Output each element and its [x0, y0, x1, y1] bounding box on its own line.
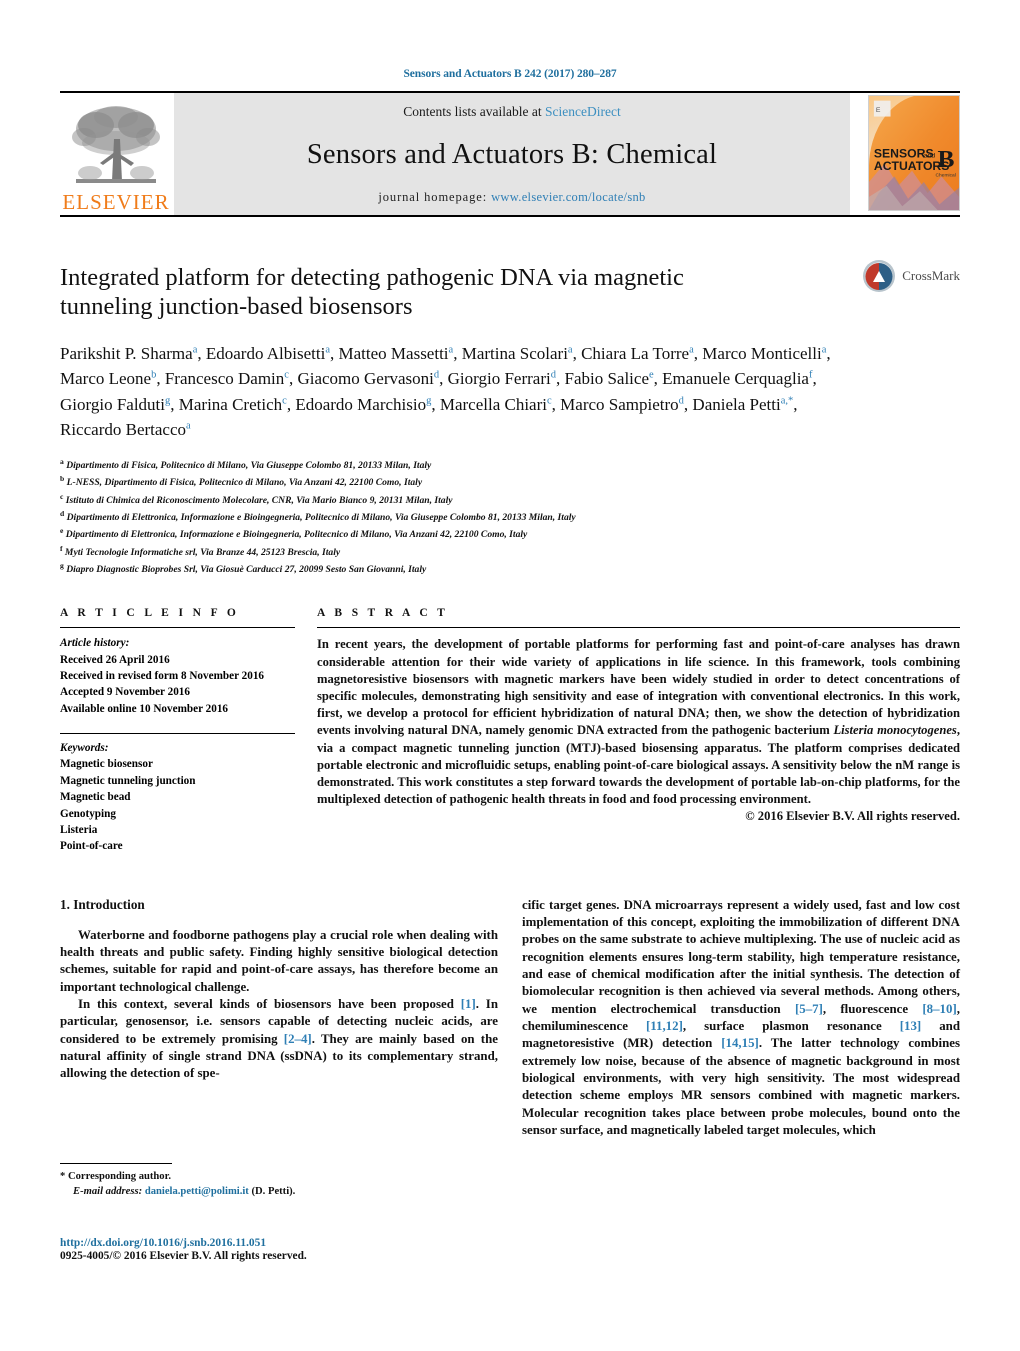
affiliation: g Diapro Diagnostic Bioprobes Srl, Via G… [60, 561, 427, 576]
title-block: CrossMark Integrated platform for detect… [60, 260, 960, 578]
sciencedirect-link[interactable]: ScienceDirect [545, 104, 621, 119]
abstract-copyright: © 2016 Elsevier B.V. All rights reserved… [745, 809, 960, 824]
crossmark-icon [863, 260, 896, 292]
article-info-rule [60, 627, 295, 629]
body-column-right: cific target genes. DNA microarrays repr… [522, 897, 960, 1140]
svg-text:B: B [937, 147, 954, 173]
masthead-bottom-rule [60, 215, 960, 217]
list-item: Received in revised form 8 November 2016 [60, 670, 265, 683]
contents-available-line: Contents lists available at ScienceDirec… [403, 104, 620, 120]
article-history-label: Article history: [60, 637, 130, 650]
article-info-column: A R T I C L E I N F O Article history: R… [60, 607, 295, 854]
affiliation: f Myti Tecnologie Informatiche srl, Via … [60, 543, 341, 558]
page-title: Integrated platform for detecting pathog… [60, 264, 684, 321]
body-column-left: 1. Introduction Waterborne and foodborne… [60, 897, 498, 1140]
abstract-rule [317, 627, 960, 629]
footnote-rule [60, 1163, 172, 1164]
right-column-paragraphs: cific target genes. DNA microarrays repr… [522, 897, 960, 1140]
article-info-heading: A R T I C L E I N F O [60, 607, 240, 620]
affiliation: b L-NESS, Dipartimento di Fisica, Polite… [60, 474, 423, 489]
journal-article-page: Sensors and Actuators B 242 (2017) 280–2… [0, 0, 1020, 1351]
keyword-lines: Magnetic biosensor Magnetic tunneling jun… [60, 756, 295, 854]
affiliation-marker: a [60, 456, 64, 466]
email-line: E-mail address: daniela.petti@polimi.it … [60, 1184, 500, 1199]
affiliation: a Dipartimento di Fisica, Politecnico di… [60, 456, 432, 471]
email-owner: (D. Petti). [251, 1186, 296, 1198]
affiliation-marker: g [60, 561, 64, 571]
affiliation-marker: d [60, 508, 65, 518]
history-lines: Received 26 April 2016 Received in revise… [60, 652, 295, 717]
journal-masthead: ELSEVIER Contents lists available at Sci… [60, 91, 960, 215]
elsevier-logo: ELSEVIER [60, 93, 172, 215]
affiliation-marker: e [60, 526, 64, 536]
list-item: Magnetic bead [60, 791, 131, 804]
abstract-text: In recent years, the development of port… [317, 637, 960, 807]
crossmark-badge[interactable]: CrossMark [862, 259, 960, 293]
masthead-band: Contents lists available at ScienceDirec… [174, 93, 850, 215]
running-head: Sensors and Actuators B 242 (2017) 280–2… [403, 68, 617, 80]
abstract-heading: A B S T R A C T [317, 607, 449, 620]
email-label: E-mail address: [73, 1186, 143, 1198]
paragraph: cific target genes. DNA microarrays repr… [522, 897, 961, 1137]
introduction-heading: 1. Introduction [60, 896, 145, 912]
elsevier-tree-icon [72, 106, 160, 183]
journal-title: Sensors and Actuators B: Chemical [306, 139, 718, 170]
list-item: Received 26 April 2016 [60, 653, 170, 666]
contents-prefix: Contents lists available at [403, 104, 545, 119]
issn-copyright-line: 0925-4005/© 2016 Elsevier B.V. All right… [60, 1250, 307, 1262]
list-item: Point-of-care [60, 840, 123, 853]
list-item: Magnetic biosensor [60, 758, 153, 771]
doi-block: http://dx.doi.org/10.1016/j.snb.2016.11.… [60, 1237, 307, 1262]
list-item: Magnetic tunneling junction [60, 774, 196, 787]
body-columns: 1. Introduction Waterborne and foodborne… [60, 897, 960, 1140]
info-abstract-block: A R T I C L E I N F O Article history: R… [60, 607, 960, 854]
list-item: Genotyping [60, 807, 116, 820]
list-item: Accepted 9 November 2016 [60, 686, 190, 699]
abstract-column: A B S T R A C T In recent years, the dev… [317, 607, 960, 854]
affiliation: c Istituto di Chimica del Riconoscimento… [60, 491, 453, 506]
affiliation-marker: b [60, 474, 65, 484]
paragraph: In this context, several kinds of biosen… [60, 996, 498, 1081]
journal-homepage-line: journal homepage: www.elsevier.com/locat… [378, 190, 645, 205]
list-item: Available online 10 November 2016 [60, 702, 229, 715]
corresponding-author-line: * Corresponding author. [60, 1169, 500, 1184]
paragraph: Waterborne and foodborne pathogens play … [60, 927, 498, 994]
list-item: Listeria [60, 823, 98, 836]
affiliation: e Dipartimento di Elettronica, Informazi… [60, 526, 528, 541]
svg-text:Chemical: Chemical [936, 172, 956, 178]
author-list: Parikshit P. Sharmaa, Edoardo Albisettia… [60, 343, 831, 440]
homepage-url-link[interactable]: www.elsevier.com/locate/snb [491, 190, 645, 204]
journal-cover-thumbnail: E SENSORS and ACTUATORS B Chemical [868, 95, 960, 211]
cover-artwork: E SENSORS and ACTUATORS B Chemical [869, 96, 959, 210]
corresponding-author-footnote: * Corresponding author. E-mail address: … [60, 1163, 500, 1199]
doi-link[interactable]: http://dx.doi.org/10.1016/j.snb.2016.11.… [60, 1237, 307, 1249]
corresponding-author-label: Corresponding author. [67, 1171, 171, 1182]
email-link[interactable]: daniela.petti@polimi.it [145, 1186, 249, 1197]
article-history: Article history: Received 26 April 2016 R… [60, 635, 295, 717]
affiliation: d Dipartimento di Elettronica, Informazi… [60, 508, 576, 524]
keywords-label: Keywords: [60, 742, 109, 755]
elsevier-wordmark: ELSEVIER [62, 190, 170, 214]
affiliation-marker: c [60, 491, 64, 501]
svg-text:E: E [876, 107, 881, 114]
left-column-paragraphs: Waterborne and foodborne pathogens play … [60, 927, 498, 1083]
keywords-block: Keywords: Magnetic biosensor Magnetic tun… [60, 740, 295, 854]
keywords-rule [60, 733, 295, 735]
footnote-marker: * [60, 1171, 66, 1182]
affiliation-list: a Dipartimento di Fisica, Politecnico di… [60, 456, 960, 578]
affiliation-marker: f [60, 543, 63, 553]
crossmark-label: CrossMark [902, 268, 960, 283]
homepage-label: journal homepage: [378, 190, 488, 204]
